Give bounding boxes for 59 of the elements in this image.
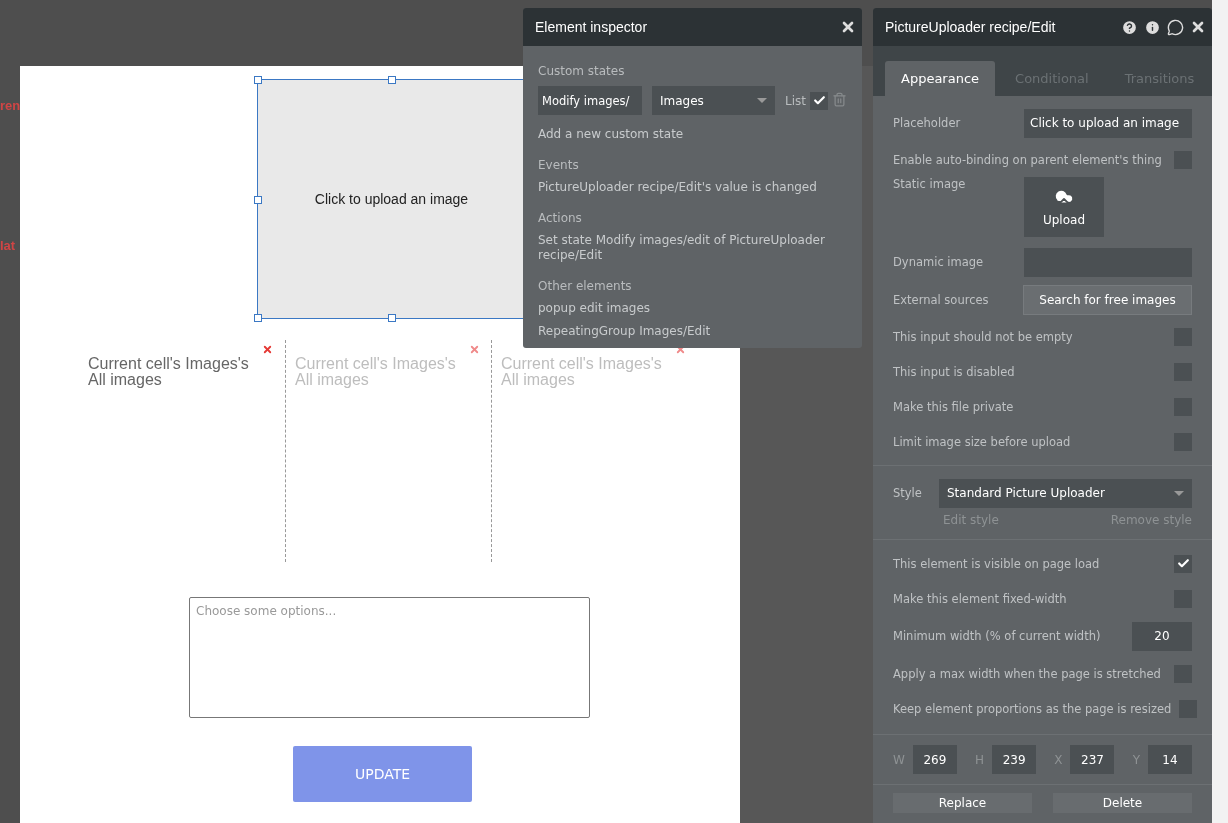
dimension-field[interactable]: 14	[1148, 745, 1192, 774]
multiselect-field[interactable]: Choose some options...	[189, 597, 590, 718]
checkbox[interactable]	[810, 91, 828, 110]
cell-text: Current cell's Images's All images	[501, 356, 663, 388]
upload-button[interactable]: Upload	[1024, 177, 1104, 237]
dimension-field[interactable]: 239	[992, 745, 1037, 774]
action-button[interactable]: Replace	[893, 793, 1032, 813]
info-icon[interactable]	[1144, 18, 1161, 36]
inspector-link[interactable]: popup edit images	[538, 301, 847, 316]
picture-uploader[interactable]: Click to upload an image	[257, 79, 526, 319]
panel-title: PictureUploader recipe/Edit	[885, 19, 1057, 35]
property-label: Make this file private	[893, 399, 1014, 414]
number-field[interactable]: 20	[1132, 621, 1192, 651]
property-label: Style	[893, 486, 922, 500]
property-label: Static image	[893, 177, 966, 191]
property-field[interactable]: Click to upload an image	[1024, 108, 1192, 138]
property-label: This input is disabled	[893, 364, 1015, 379]
inspector-link[interactable]: PictureUploader recipe/Edit's value is changed	[538, 180, 847, 195]
property-label: Make this element fixed-width	[893, 591, 1067, 606]
cell-text: Current cell's Images's All images	[88, 356, 250, 388]
state-name-field[interactable]: Modify images/	[538, 86, 642, 115]
state-type-dropdown[interactable]: Images	[652, 86, 775, 115]
inspector-link[interactable]: RepeatingGroup Images/Edit	[538, 324, 847, 339]
action-button[interactable]: Delete	[1053, 793, 1192, 813]
section-heading: Events	[538, 158, 580, 172]
property-label: Placeholder	[893, 116, 961, 130]
check-icon	[812, 94, 826, 107]
canvas-label: lat	[0, 238, 16, 253]
check-icon	[1176, 557, 1190, 570]
search-images-button[interactable]: Search for free images	[1023, 285, 1192, 315]
list-label: List	[785, 93, 806, 108]
property-label: Limit image size before upload	[893, 434, 1071, 449]
property-label: Apply a max width when the page is stretched	[893, 666, 1161, 681]
section-heading: Actions	[538, 211, 583, 225]
dimension-field[interactable]: 269	[912, 745, 957, 774]
checkbox[interactable]	[1174, 554, 1192, 573]
section-heading: Other elements	[538, 279, 633, 293]
help-icon[interactable]	[1121, 18, 1138, 36]
property-label: This input should not be empty	[893, 329, 1073, 344]
dimension-field[interactable]: 237	[1070, 745, 1115, 774]
property-label: Minimum width (% of current width)	[893, 629, 1101, 643]
close-icon[interactable]	[262, 344, 273, 355]
property-label: Enable auto-binding on parent element's thing	[893, 152, 1162, 167]
close-icon[interactable]	[840, 19, 856, 35]
add-state-link[interactable]: Add a new custom state	[538, 127, 847, 142]
style-dropdown[interactable]: Standard Picture Uploader	[939, 478, 1192, 508]
close-icon[interactable]	[1190, 19, 1206, 35]
property-label: This element is visible on page load	[893, 556, 1100, 571]
property-label: Dynamic image	[893, 255, 984, 269]
inspector-link[interactable]: Set state Modify images/edit of PictureUploader recipe/Edit	[538, 233, 847, 263]
section-heading: Custom states	[538, 64, 626, 78]
panel-title: Element inspector	[535, 19, 649, 35]
speech-bubble-icon[interactable]	[1167, 18, 1184, 36]
canvas-label: ren	[0, 98, 21, 113]
update-button[interactable]: UPDATE	[293, 746, 472, 802]
property-label: Keep element proportions as the page is resized	[893, 701, 1172, 716]
cell-text: Current cell's Images's All images	[295, 356, 457, 388]
tab[interactable]: Appearance	[885, 61, 996, 96]
property-label: External sources	[893, 293, 989, 307]
